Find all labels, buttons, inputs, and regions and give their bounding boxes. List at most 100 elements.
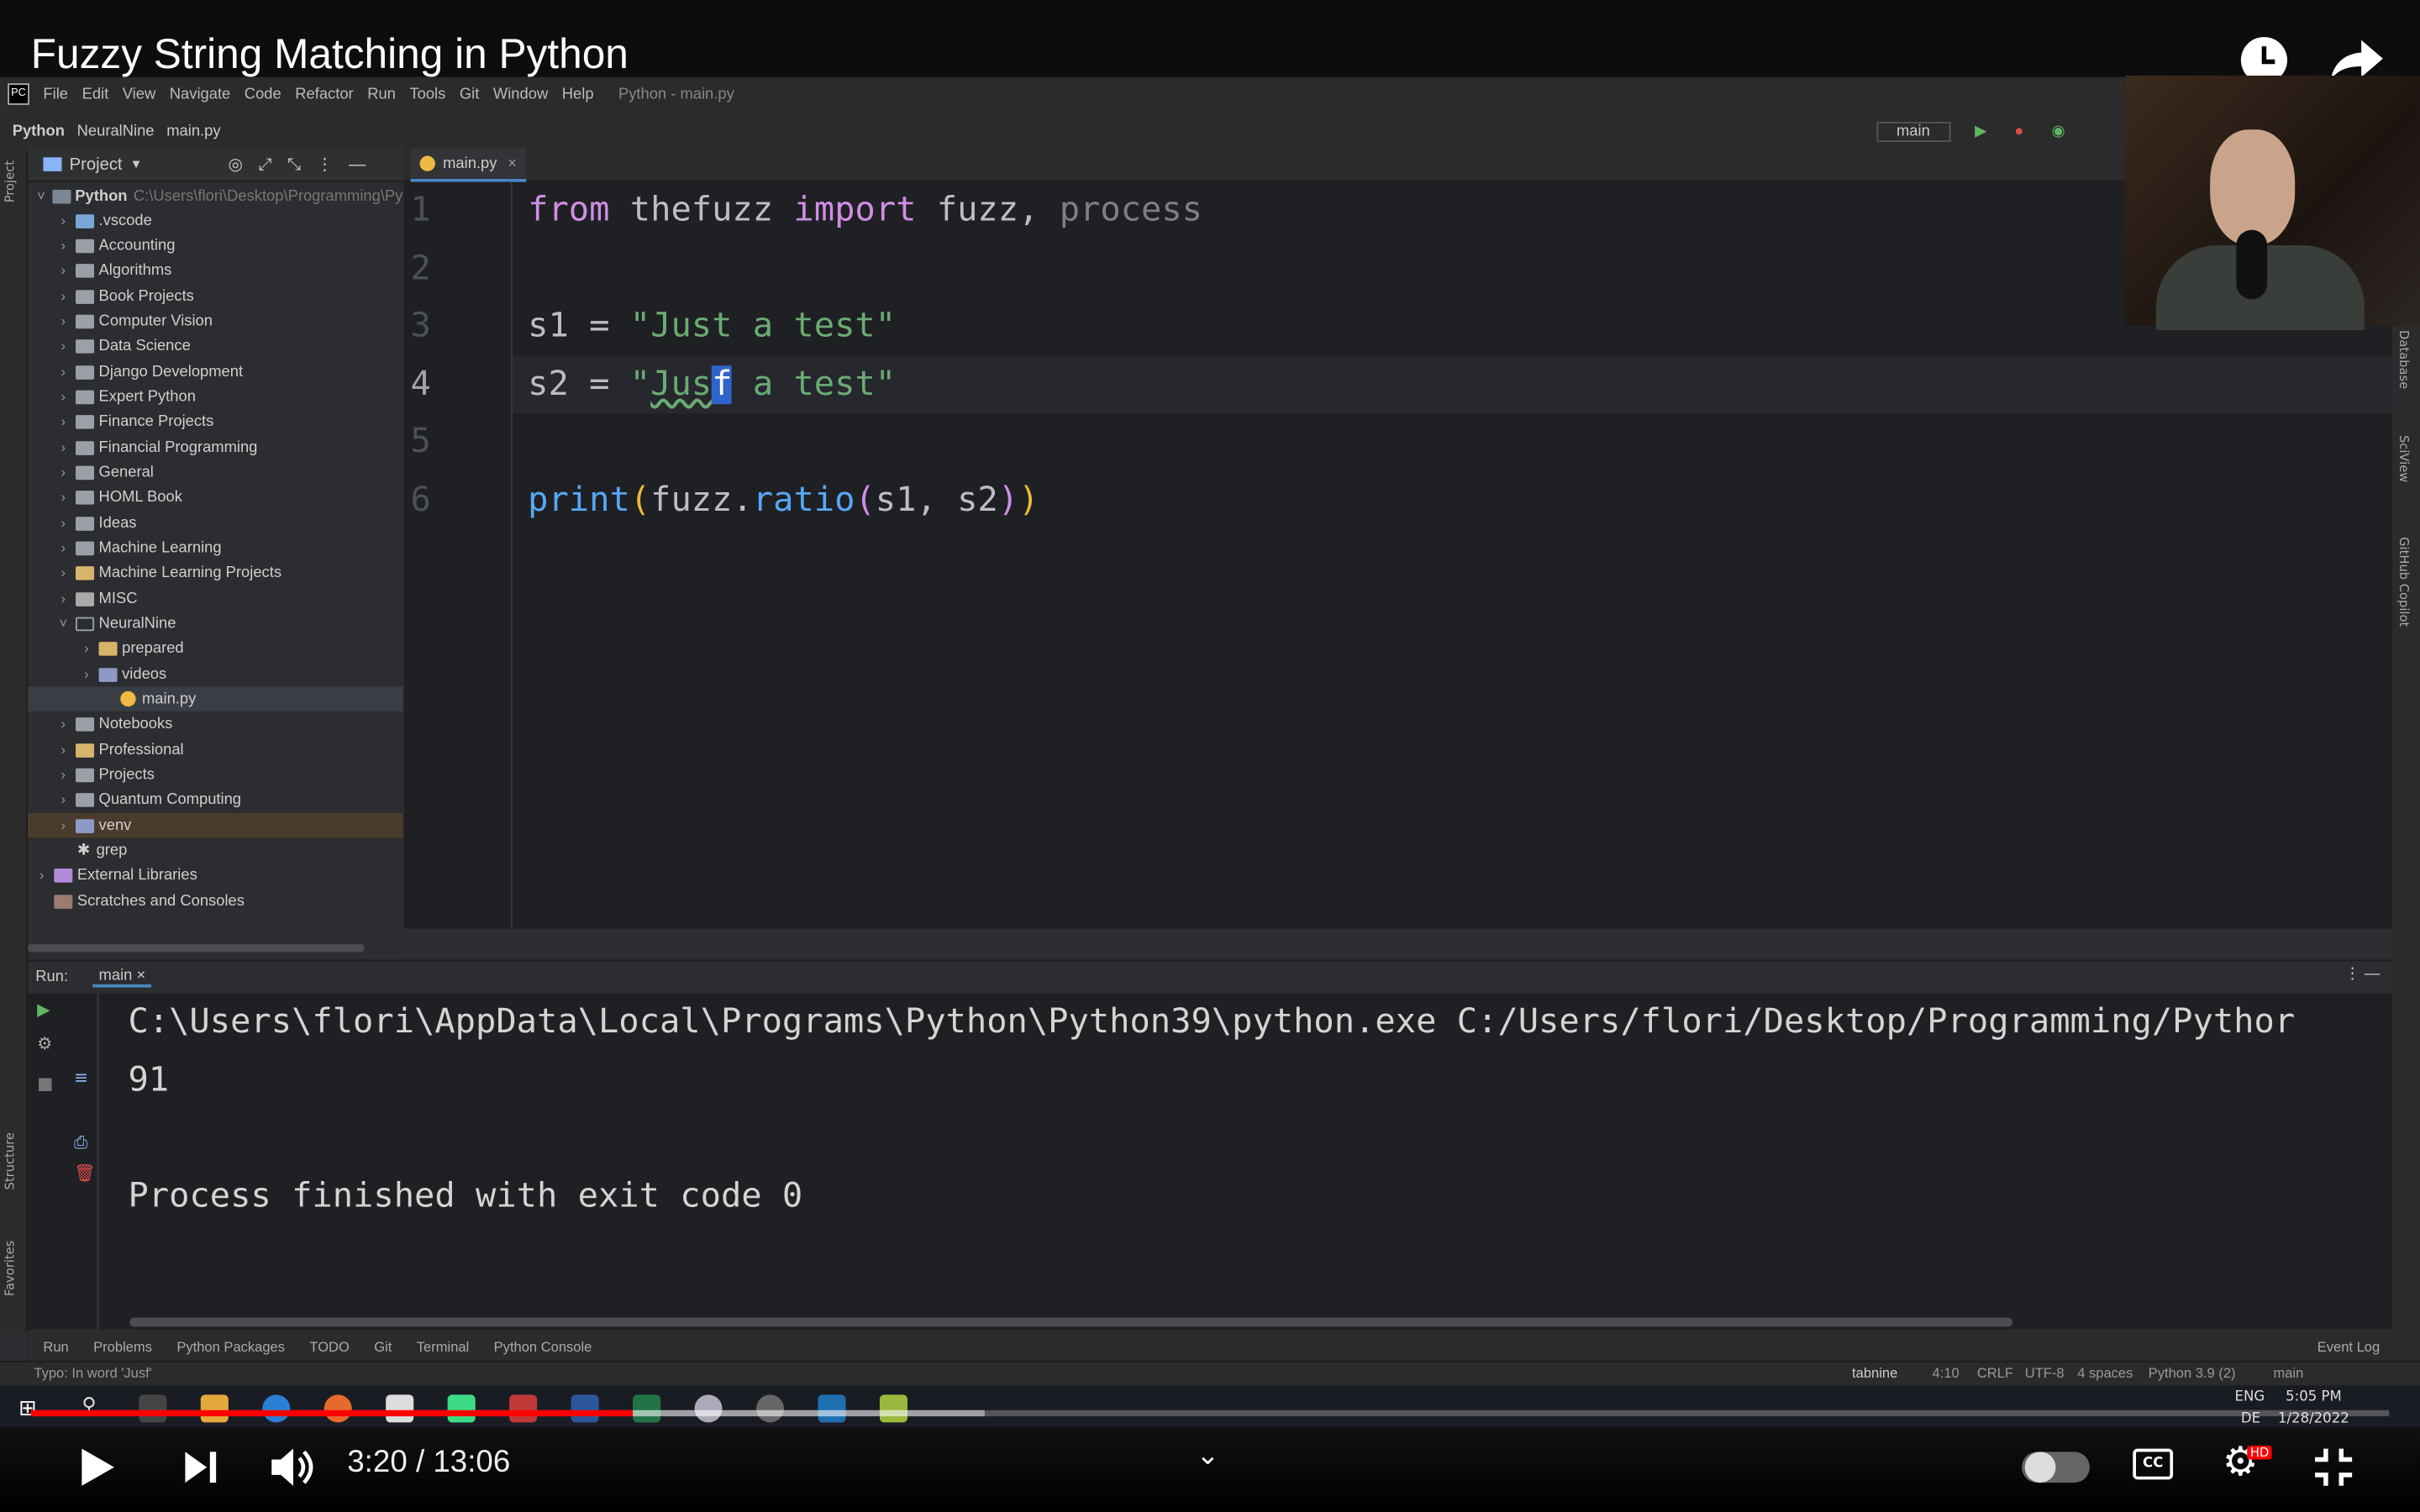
play-icon[interactable] xyxy=(77,1446,118,1488)
clock-time[interactable]: 5:05 PM xyxy=(2286,1390,2342,1405)
structure-tool-tab[interactable]: Structure xyxy=(3,1132,18,1189)
rerun-icon[interactable]: ▶ xyxy=(37,1000,50,1020)
tab-python-console[interactable]: Python Console xyxy=(494,1339,592,1354)
tree-item[interactable]: › Quantum Computing xyxy=(28,787,402,811)
menu-edit[interactable]: Edit xyxy=(82,86,109,102)
event-log[interactable]: Event Log xyxy=(2317,1339,2380,1354)
file-explorer-icon[interactable] xyxy=(200,1394,229,1423)
word-icon[interactable] xyxy=(571,1394,599,1423)
app-icon[interactable] xyxy=(509,1394,538,1423)
line-ending[interactable]: CRLF xyxy=(1977,1365,2013,1380)
tree-item[interactable]: ˅ NeuralNine xyxy=(28,611,402,635)
edge-icon[interactable] xyxy=(262,1394,291,1423)
autoplay-toggle[interactable] xyxy=(2022,1452,2090,1483)
status-message[interactable]: Typo: In word 'Jusf' xyxy=(34,1365,151,1380)
tab-python-packages[interactable]: Python Packages xyxy=(176,1339,285,1354)
tree-item-venv[interactable]: › venv xyxy=(28,812,403,838)
tabnine-status[interactable]: tabnine xyxy=(1852,1365,1897,1380)
tree-item[interactable]: › videos xyxy=(28,662,402,686)
tree-item[interactable]: › General xyxy=(28,459,402,484)
project-panel-title[interactable]: Project xyxy=(70,155,123,174)
language-indicator[interactable]: ENG xyxy=(2235,1390,2265,1405)
code-editor[interactable]: 1 2 3 4 5 6 from thefuzz import fuzz, pr… xyxy=(404,181,2392,929)
database-tool-tab[interactable]: Database xyxy=(2396,330,2411,389)
tab-terminal[interactable]: Terminal xyxy=(417,1339,469,1354)
menu-file[interactable]: File xyxy=(43,86,68,102)
tree-item[interactable]: › prepared xyxy=(28,636,402,660)
trash-icon[interactable]: 🗑 xyxy=(74,1163,96,1184)
indent-setting[interactable]: 4 spaces xyxy=(2077,1365,2133,1380)
favorites-tool-tab[interactable]: Favorites xyxy=(3,1241,18,1296)
breadcrumb-neuralnine[interactable]: NeuralNine xyxy=(77,123,155,139)
close-icon[interactable]: × xyxy=(136,968,145,984)
run-config-select[interactable]: main xyxy=(1876,121,1950,142)
excel-icon[interactable] xyxy=(633,1394,661,1423)
task-view-icon[interactable] xyxy=(139,1394,167,1423)
tree-item[interactable]: › Book Projects xyxy=(28,284,402,308)
tree-item-selected[interactable]: main.py xyxy=(28,686,403,711)
tab-problems[interactable]: Problems xyxy=(93,1339,152,1354)
menu-window[interactable]: Window xyxy=(493,86,548,102)
project-tool-tab[interactable]: Project xyxy=(3,160,18,202)
menu-tools[interactable]: Tools xyxy=(409,86,445,102)
tree-item[interactable]: › Finance Projects xyxy=(28,409,402,433)
menu-view[interactable]: View xyxy=(123,86,155,102)
breadcrumb-python[interactable]: Python xyxy=(13,123,65,139)
copilot-tool-tab[interactable]: GitHub Copilot xyxy=(2396,537,2411,627)
tree-item[interactable]: Scratches and Consoles xyxy=(28,889,402,913)
menu-git[interactable]: Git xyxy=(460,86,479,102)
terminal-icon[interactable] xyxy=(386,1394,414,1423)
coverage-icon[interactable]: ◉ xyxy=(2051,123,2065,139)
tree-item[interactable]: › Projects xyxy=(28,762,402,786)
tree-item[interactable]: › Machine Learning xyxy=(28,535,402,559)
tree-item[interactable]: ✱ grep xyxy=(28,837,402,862)
print-icon[interactable]: ⎙ xyxy=(74,1132,87,1154)
next-icon[interactable] xyxy=(182,1449,219,1486)
git-branch[interactable]: main xyxy=(2273,1365,2303,1380)
captions-icon[interactable]: CC xyxy=(2133,1448,2174,1480)
video-title[interactable]: Fuzzy String Matching in Python xyxy=(31,31,629,79)
horizontal-scrollbar[interactable] xyxy=(28,944,365,953)
soft-wrap-icon[interactable]: ≡ xyxy=(74,1068,88,1088)
panel-actions-icon[interactable]: ◎⤢⤡⋮— xyxy=(228,154,381,176)
tree-item[interactable]: › Django Development xyxy=(28,360,402,384)
menu-code[interactable]: Code xyxy=(245,86,281,102)
breadcrumb-main[interactable]: main.py xyxy=(166,123,220,139)
tree-item[interactable]: › Algorithms xyxy=(28,258,402,282)
tree-item[interactable]: › Expert Python xyxy=(28,384,402,408)
tree-item[interactable]: › .vscode xyxy=(28,208,402,233)
run-tab-main[interactable]: main × xyxy=(92,968,152,988)
options-icon[interactable]: ⋮ — xyxy=(2344,966,2380,983)
menu-refactor[interactable]: Refactor xyxy=(295,86,353,102)
tree-root[interactable]: ˅ Python C:\Users\flori\Desktop\Programmin… xyxy=(28,184,402,208)
video-progress-bar[interactable] xyxy=(30,1410,2390,1417)
menu-navigate[interactable]: Navigate xyxy=(170,86,230,102)
volume-icon[interactable] xyxy=(269,1446,315,1488)
windows-start-icon[interactable]: ⊞ xyxy=(18,1396,37,1420)
file-encoding[interactable]: UTF-8 xyxy=(2025,1365,2065,1380)
chevron-down-icon[interactable]: ⌄ xyxy=(1196,1440,1219,1473)
tree-item[interactable]: › Data Science xyxy=(28,333,402,358)
menu-help[interactable]: Help xyxy=(562,86,594,102)
tab-todo[interactable]: TODO xyxy=(309,1339,349,1354)
tree-item[interactable]: › Computer Vision xyxy=(28,308,402,333)
tree-item[interactable]: › Professional xyxy=(28,738,402,762)
app-icon[interactable] xyxy=(755,1394,785,1423)
tree-item[interactable]: › HOML Book xyxy=(28,485,402,509)
tree-item[interactable]: › Accounting xyxy=(28,233,402,257)
sciview-tool-tab[interactable]: SciView xyxy=(2396,435,2411,482)
tree-item[interactable]: › Ideas xyxy=(28,511,402,535)
tree-item[interactable]: › Financial Programming xyxy=(28,435,402,459)
interpreter[interactable]: Python 3.9 (2) xyxy=(2149,1365,2236,1380)
menu-run[interactable]: Run xyxy=(367,86,396,102)
stop-icon[interactable]: ■ xyxy=(37,1074,53,1094)
run-console[interactable]: ▶ ⚙ ■ ≡ ⎙ 🗑 C:\Users\flori\AppData\Local… xyxy=(28,993,2392,1331)
tree-item[interactable]: › External Libraries xyxy=(28,863,402,887)
tree-item[interactable]: › Machine Learning Projects xyxy=(28,560,402,585)
settings-icon[interactable]: ⚙ xyxy=(37,1034,52,1054)
exit-fullscreen-icon[interactable] xyxy=(2312,1446,2354,1488)
close-icon[interactable]: × xyxy=(508,155,517,172)
app-icon[interactable] xyxy=(694,1394,723,1423)
chevron-down-icon[interactable]: ▼ xyxy=(130,157,143,171)
run-icon[interactable]: ▶ xyxy=(1975,123,1986,139)
